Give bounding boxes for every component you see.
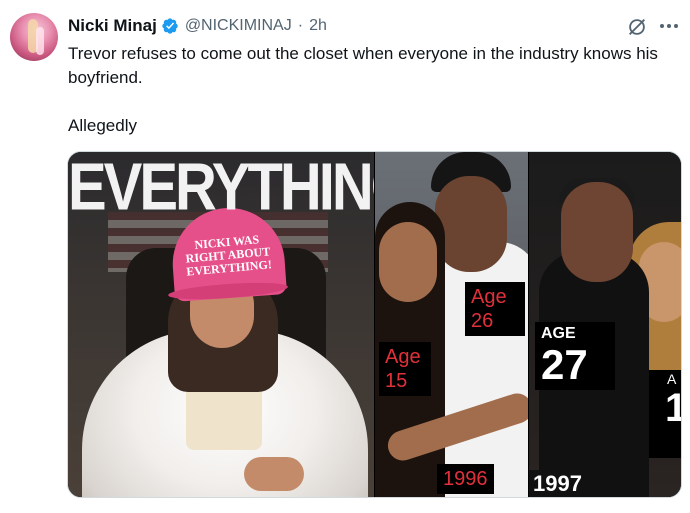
grok-icon[interactable]	[626, 16, 648, 38]
author-name[interactable]: Nicki Minaj	[68, 16, 157, 36]
tweet-text-line: Trevor refuses to come out the closet wh…	[68, 44, 658, 87]
tweet-text: Trevor refuses to come out the closet wh…	[68, 42, 678, 138]
media-image-left[interactable]: NICKI WAS RIGHT ABOUT EVERYTHING! EVERYT…	[68, 152, 374, 497]
media-image-middle[interactable]: Age 26 Age 15 1996	[375, 152, 528, 497]
verified-badge-icon	[162, 18, 178, 34]
year-label: 1997	[529, 470, 586, 497]
age-label-cropped: A 1	[649, 370, 681, 458]
age-label: Age 15	[379, 342, 431, 396]
magazine-headline: EVERYTHING	[68, 152, 374, 225]
avatar[interactable]	[10, 13, 58, 61]
more-icon[interactable]	[656, 14, 682, 38]
year-label: 1996	[437, 464, 494, 494]
tweet-time[interactable]: 2h	[309, 17, 327, 35]
separator: ·	[297, 17, 304, 34]
age-label: Age 26	[465, 282, 525, 336]
age-label: AGE 27	[535, 322, 615, 390]
tweet-media[interactable]: NICKI WAS RIGHT ABOUT EVERYTHING! EVERYT…	[67, 151, 682, 498]
media-image-right[interactable]: AGE 27 A 1 1997	[529, 152, 681, 497]
tweet-text-line: Allegedly	[68, 116, 137, 135]
author-handle[interactable]: @NICKIMINAJ	[185, 17, 292, 35]
tweet-header: Nicki Minaj @NICKIMINAJ · 2h	[68, 14, 327, 38]
